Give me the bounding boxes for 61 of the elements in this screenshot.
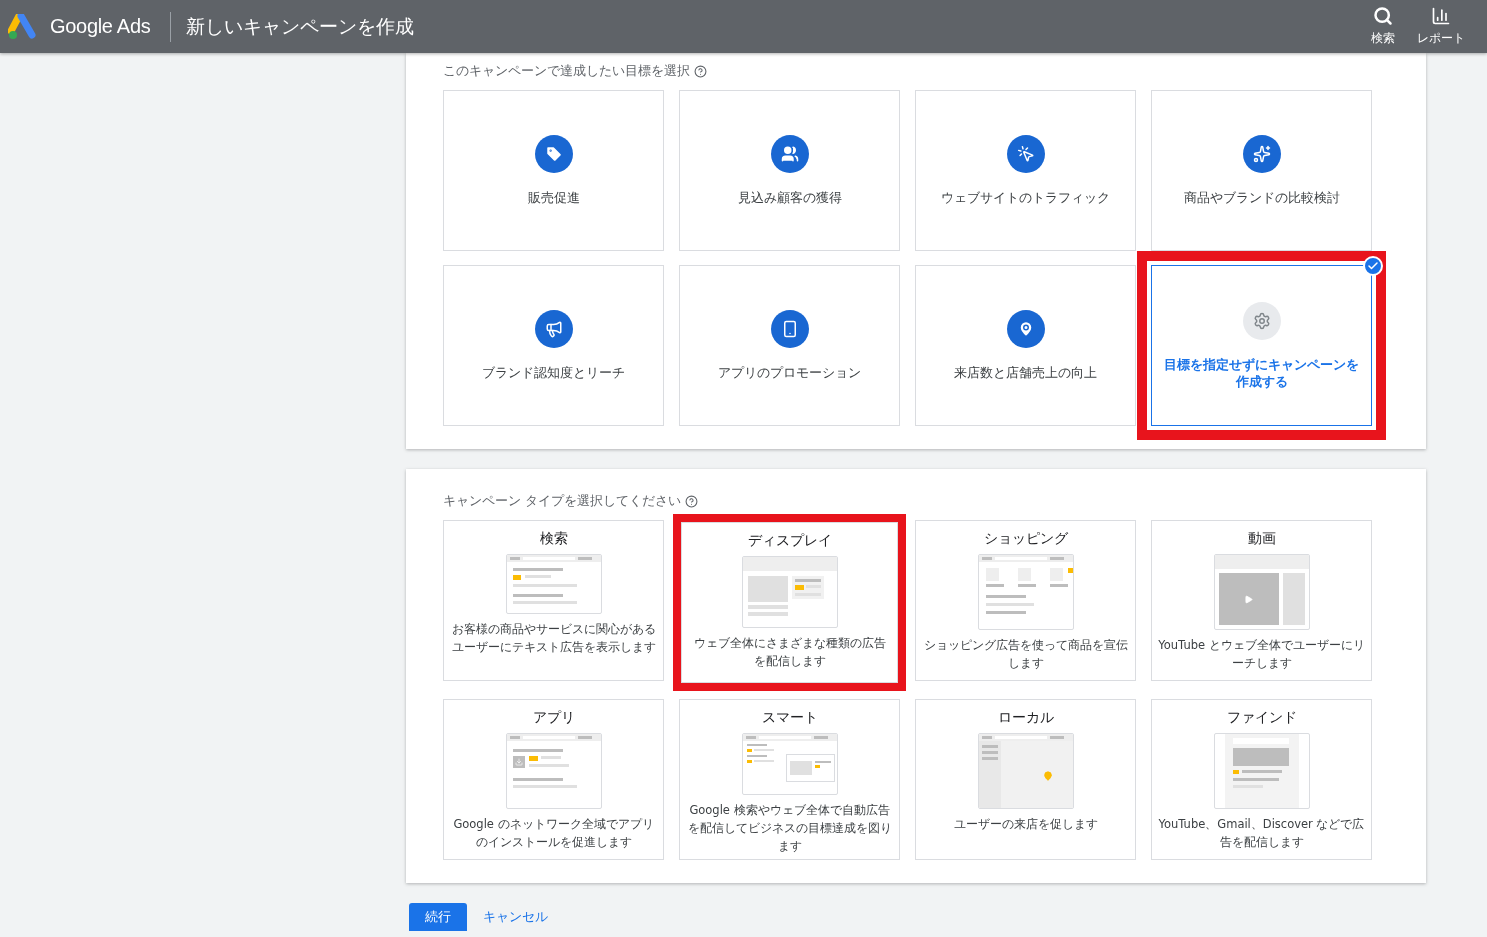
- search-icon: [1373, 6, 1393, 26]
- campaign-type-description: Google のネットワーク全域でアプリのインストールを促進します: [452, 816, 655, 851]
- goal-option[interactable]: 見込み顧客の獲得: [679, 90, 900, 251]
- campaign-type-title: スマート: [761, 709, 818, 727]
- campaign-type-title: ローカル: [997, 709, 1054, 727]
- campaign-type-title: ファインド: [1226, 709, 1297, 727]
- campaign-type-option[interactable]: 検索 お客様の商品やサービスに関心があるユーザーにテキスト広告を表示します: [443, 520, 664, 681]
- phone-icon: [770, 310, 809, 348]
- section-heading: キャンペーン タイプを選択してください: [443, 493, 681, 510]
- campaign-type-option[interactable]: ディスプレイ ウェブ全体にさまざまな種類の広告を配信します: [681, 522, 898, 683]
- campaign-type-title: ショッピング: [983, 530, 1068, 548]
- gear-icon: [1242, 301, 1281, 340]
- goal-option[interactable]: 販売促進: [443, 90, 664, 251]
- campaign-type-description: ユーザーの来店を促します: [953, 816, 1098, 833]
- cancel-link[interactable]: キャンセル: [477, 904, 554, 930]
- goal-option[interactable]: アプリのプロモーション: [679, 265, 900, 426]
- continue-button[interactable]: 続行: [409, 903, 467, 931]
- goal-label: ウェブサイトのトラフィック: [941, 189, 1110, 206]
- campaign-type-option[interactable]: アプリ Google のネットワーク全域でアプリのインストールを促進します: [443, 699, 664, 860]
- campaign-type-option[interactable]: ファインド YouTube、Gmail、Discover などで広告を配信します: [1151, 699, 1372, 860]
- campaign-type-option[interactable]: ローカル ユーザーの来店を促します: [915, 699, 1136, 860]
- campaign-type-description: Google 検索やウェブ全体で自動広告を配信してビジネスの目標達成を図ります: [686, 802, 893, 855]
- goal-option[interactable]: 商品やブランドの比較検討: [1151, 90, 1372, 251]
- search-button[interactable]: 検索: [1365, 2, 1401, 51]
- bar-chart-icon: [1431, 6, 1451, 26]
- campaign-type-option[interactable]: ショッピング ショッピング広告を使って商品を宣伝します: [915, 520, 1136, 681]
- people-icon: [770, 135, 809, 173]
- campaign-type-description: ウェブ全体にさまざまな種類の広告を配信します: [692, 635, 887, 670]
- google-ads-logo-icon: [8, 13, 38, 40]
- megaphone-icon: [534, 310, 573, 348]
- section-heading: このキャンペーンで達成したい目標を選択: [443, 63, 690, 80]
- goal-option[interactable]: ブランド認知度とリーチ: [443, 265, 664, 426]
- goal-label: 目標を指定せずにキャンペーンを作成する: [1163, 355, 1360, 390]
- campaign-type-description: お客様の商品やサービスに関心があるユーザーにテキスト広告を表示します: [450, 621, 657, 656]
- goal-label: 販売促進: [527, 189, 580, 206]
- campaign-type-description: YouTube とウェブ全体でユーザーにリーチします: [1158, 637, 1365, 672]
- campaign-type-title: 検索: [539, 530, 568, 548]
- logo-text: Google Ads: [50, 15, 151, 38]
- campaign-type-title: 動画: [1247, 530, 1276, 548]
- tag-icon: [534, 135, 573, 173]
- page-title: 新しいキャンペーンを作成: [186, 13, 415, 39]
- goal-label: 見込み顧客の獲得: [737, 189, 842, 206]
- goal-option[interactable]: ウェブサイトのトラフィック: [915, 90, 1136, 251]
- goal-option[interactable]: 目標を指定せずにキャンペーンを作成する: [1151, 265, 1372, 426]
- campaign-type-option[interactable]: スマート Google 検索やウェブ全体で自動広告を配信してビジネスの目標達成を図ります: [679, 699, 900, 860]
- help-icon[interactable]: [694, 65, 707, 78]
- report-button[interactable]: レポート: [1415, 2, 1467, 51]
- goal-option[interactable]: 来店数と店舗売上の向上: [915, 265, 1136, 426]
- goal-label: ブランド認知度とリーチ: [482, 364, 625, 381]
- campaign-type-title: アプリ: [532, 709, 575, 727]
- goal-label: 商品やブランドの比較検討: [1183, 189, 1340, 206]
- help-icon[interactable]: [685, 495, 698, 508]
- goal-label: アプリのプロモーション: [718, 364, 861, 381]
- cursor-click-icon: [1006, 135, 1045, 173]
- map-pin-icon: [1006, 310, 1045, 348]
- campaign-type-description: YouTube、Gmail、Discover などで広告を配信します: [1158, 816, 1365, 851]
- sparkle-icon: [1242, 135, 1281, 173]
- campaign-type-title: ディスプレイ: [747, 532, 832, 550]
- campaign-type-option[interactable]: 動画 YouTube とウェブ全体でユーザーにリーチします: [1151, 520, 1372, 681]
- campaign-type-description: ショッピング広告を使って商品を宣伝します: [922, 637, 1129, 672]
- goal-label: 来店数と店舗売上の向上: [954, 364, 1097, 381]
